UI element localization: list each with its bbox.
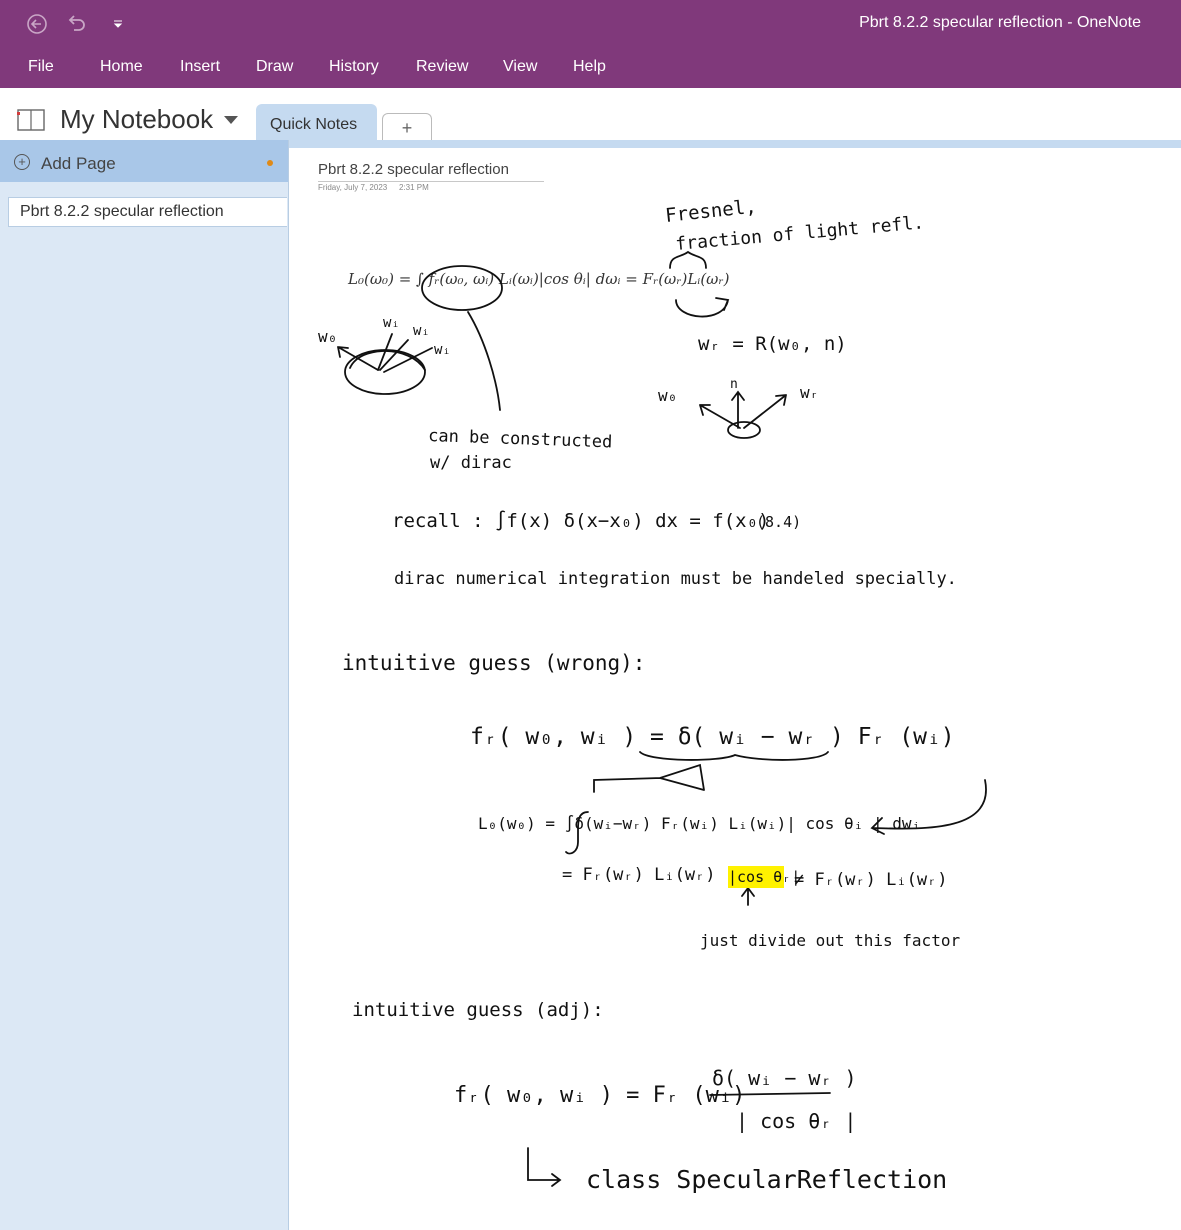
ink-reflect-wr-label: wᵣ: [800, 383, 819, 402]
ink-curved-arrow: [675, 297, 730, 318]
ink-wi-label-1: wᵢ: [383, 315, 400, 331]
ink-guess-wrong: intuitive guess (wrong):: [342, 651, 645, 675]
ink-circle: [421, 265, 503, 311]
ink-constructed-1: can be constructed: [428, 426, 613, 452]
ink-recall: recall : ∫f(x) δ(x−x₀) dx = f(x₀): [392, 510, 770, 532]
ink-fr-numerator: δ( wᵢ − wᵣ ): [712, 1066, 857, 1090]
ink-reflect-wo-label: w₀: [658, 386, 677, 405]
ink-fr-wrong: fᵣ( w₀, wᵢ ) = δ( wᵢ − wᵣ ) Fᵣ (wᵢ): [470, 724, 955, 750]
ink-underbrace: [639, 751, 829, 761]
ink-wr-definition: wᵣ = R(w₀, n): [698, 333, 847, 355]
ink-fr-correct-lhs: fᵣ( w₀, wᵢ ) = Fᵣ (wᵢ): [454, 1083, 745, 1108]
ink-wo-label: w₀: [318, 327, 337, 346]
ink-wi-label-2: wᵢ: [413, 323, 430, 339]
ink-class-arrow: [527, 1147, 562, 1187]
ink-constructed-2: w/ dirac: [430, 453, 512, 473]
ink-up-arrow: [741, 886, 755, 906]
ink-layer[interactable]: Fresnel, fraction of light refl. w₀ wᵢ w…: [0, 0, 1181, 1230]
ink-lo-integral: L₀(w₀) = ∫δ(wᵢ−wᵣ) Fᵣ(wᵢ) Lᵢ(wᵢ)| cos θᵢ…: [478, 814, 921, 833]
ink-fresnel: Fresnel,: [664, 196, 757, 227]
ink-lo-result-a: = Fᵣ(wᵣ) Lᵢ(wᵣ): [562, 865, 716, 885]
ink-lo-result-b: ≠ Fᵣ(wᵣ) Lᵢ(wᵣ): [794, 870, 948, 890]
ink-numerical: dirac numerical integration must be hand…: [394, 569, 957, 589]
ink-pointer: [467, 311, 501, 411]
ink-reflect-wr: [743, 394, 787, 429]
ink-eq-number: (8.4): [756, 513, 801, 531]
ink-fr-denominator: | cos θᵣ |: [736, 1109, 856, 1133]
ink-cos-highlight: |cos θᵣ|: [728, 868, 800, 886]
ink-divide-note: just divide out this factor: [700, 931, 960, 950]
ink-class-note: class SpecularReflection: [586, 1165, 947, 1194]
ink-wi-label-3: wᵢ: [434, 342, 451, 358]
ink-guess-ok: intuitive guess (adj):: [352, 999, 604, 1021]
ink-connector: [593, 763, 705, 793]
ink-reflect-wo: [699, 404, 741, 429]
ink-reflect-n-label: n: [730, 377, 738, 392]
